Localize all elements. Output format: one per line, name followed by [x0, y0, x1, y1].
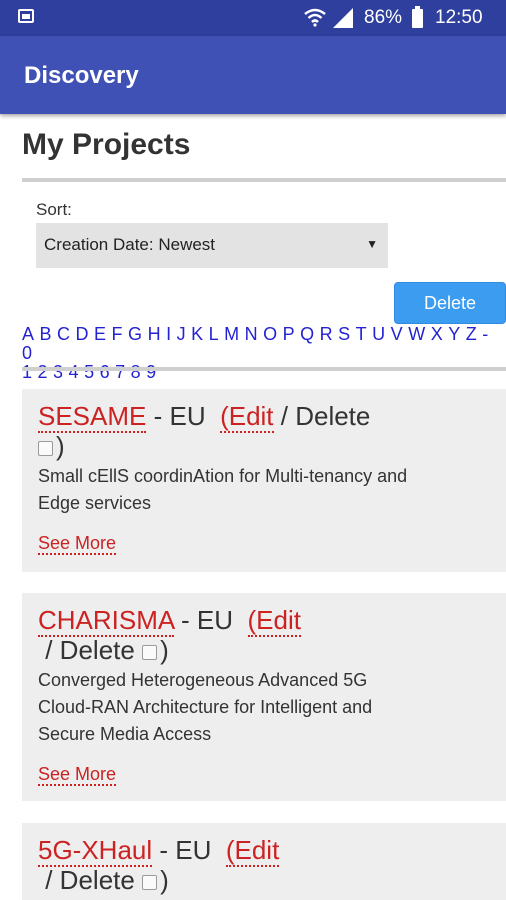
project-card: CHARISMA - EU (Edit / Delete ) Converged… — [22, 593, 506, 801]
alpha-link[interactable]: 5 — [84, 362, 95, 382]
edit-link[interactable]: (Edit — [247, 605, 301, 637]
sort-label: Sort: — [36, 200, 72, 219]
alpha-link[interactable]: C — [57, 324, 71, 344]
alpha-link[interactable]: H — [148, 324, 162, 344]
app-bar: Discovery — [0, 36, 506, 114]
select-checkbox[interactable] — [38, 440, 53, 456]
divider — [22, 178, 506, 182]
select-checkbox[interactable] — [142, 644, 158, 660]
alpha-link[interactable]: K — [191, 324, 204, 344]
alpha-link[interactable]: P — [283, 324, 296, 344]
alpha-link[interactable]: E — [94, 324, 107, 344]
close-paren: ) — [160, 635, 169, 665]
battery-icon — [412, 6, 423, 28]
alpha-link[interactable]: Y — [448, 324, 461, 344]
project-description: Small cEllS coordinAtion for Multi-tenan… — [38, 466, 408, 513]
project-select-row: ) — [38, 431, 408, 461]
alpha-link[interactable]: G — [128, 324, 143, 344]
alpha-link[interactable]: V — [391, 324, 404, 344]
project-region: - EU — [159, 835, 212, 865]
sort-selected-value: Creation Date: Newest — [44, 235, 216, 254]
signal-icon — [333, 8, 353, 28]
alpha-link[interactable]: B — [40, 324, 53, 344]
project-card: SESAME - EU (Edit / Delete ) Small cEllS… — [22, 389, 506, 572]
alpha-link[interactable]: N — [245, 324, 259, 344]
page-title: My Projects — [22, 128, 191, 161]
alpha-link[interactable]: 6 — [100, 362, 111, 382]
project-name-link[interactable]: 5G-XHaul — [38, 835, 153, 867]
project-region: - EU — [181, 605, 234, 635]
project-header: CHARISMA - EU (Edit — [38, 605, 408, 637]
alphabet-index: A B C D E F G H I J K L M N O P Q R S T U V W X Y Z - 0 1 2 3 4 5 6 7 8 9 — [22, 325, 506, 382]
alpha-link[interactable]: L — [209, 324, 220, 344]
alpha-link[interactable]: - — [482, 324, 489, 344]
alpha-link[interactable]: W — [408, 324, 426, 344]
alpha-link[interactable]: M — [224, 324, 240, 344]
alpha-link[interactable]: J — [177, 324, 187, 344]
sort-select[interactable]: Creation Date: Newest ▼ — [36, 223, 388, 268]
alpha-link[interactable]: X — [431, 324, 444, 344]
delete-label: / Delete — [45, 865, 135, 895]
alpha-link[interactable]: O — [263, 324, 278, 344]
alpha-link[interactable]: 2 — [38, 362, 49, 382]
alpha-link[interactable]: F — [112, 324, 124, 344]
alpha-link[interactable]: 3 — [53, 362, 64, 382]
battery-percent: 86% — [364, 7, 403, 28]
close-paren: ) — [56, 431, 65, 461]
alpha-link[interactable]: I — [166, 324, 172, 344]
alpha-link[interactable]: A — [22, 324, 35, 344]
select-checkbox[interactable] — [142, 874, 158, 890]
alpha-link[interactable]: Z — [466, 324, 478, 344]
app-title: Discovery — [24, 62, 139, 89]
project-select-row: / Delete ) — [38, 635, 408, 665]
alpha-link[interactable]: 4 — [69, 362, 80, 382]
divider — [22, 367, 506, 371]
alpha-link[interactable]: D — [76, 324, 90, 344]
project-description: Converged Heterogeneous Advanced 5G Clou… — [38, 670, 373, 744]
alpha-link[interactable]: S — [338, 324, 351, 344]
project-card: 5G-XHaul - EU (Edit / Delete ) — [22, 823, 506, 900]
project-header: SESAME - EU (Edit / Delete — [38, 401, 408, 433]
alpha-link[interactable]: 8 — [131, 362, 142, 382]
status-bar: 86% 12:50 — [0, 0, 506, 36]
alpha-link[interactable]: T — [356, 324, 368, 344]
wifi-icon — [304, 8, 326, 27]
clock: 12:50 — [435, 7, 483, 28]
delete-button[interactable]: Delete — [394, 282, 506, 324]
edit-link[interactable]: (Edit — [220, 401, 274, 433]
dropdown-arrow-icon: ▼ — [366, 237, 378, 251]
project-name-link[interactable]: CHARISMA — [38, 605, 174, 637]
alpha-link[interactable]: Q — [300, 324, 315, 344]
see-more-link[interactable]: See More — [38, 533, 117, 555]
alpha-link[interactable]: 0 — [22, 343, 33, 363]
delete-label: / Delete — [280, 401, 371, 431]
alpha-link[interactable]: 9 — [146, 362, 157, 382]
project-header: 5G-XHaul - EU (Edit — [38, 835, 408, 867]
project-region: - EU — [153, 401, 206, 431]
project-select-row: / Delete ) — [38, 865, 408, 895]
gallery-icon — [18, 9, 34, 23]
delete-label: / Delete — [45, 635, 135, 665]
alpha-link[interactable]: U — [372, 324, 386, 344]
alpha-link[interactable]: 1 — [22, 362, 33, 382]
alpha-link[interactable]: 7 — [115, 362, 126, 382]
alpha-link[interactable]: R — [320, 324, 334, 344]
see-more-link[interactable]: See More — [38, 764, 117, 786]
close-paren: ) — [160, 865, 169, 895]
project-name-link[interactable]: SESAME — [38, 401, 147, 433]
edit-link[interactable]: (Edit — [225, 835, 280, 867]
